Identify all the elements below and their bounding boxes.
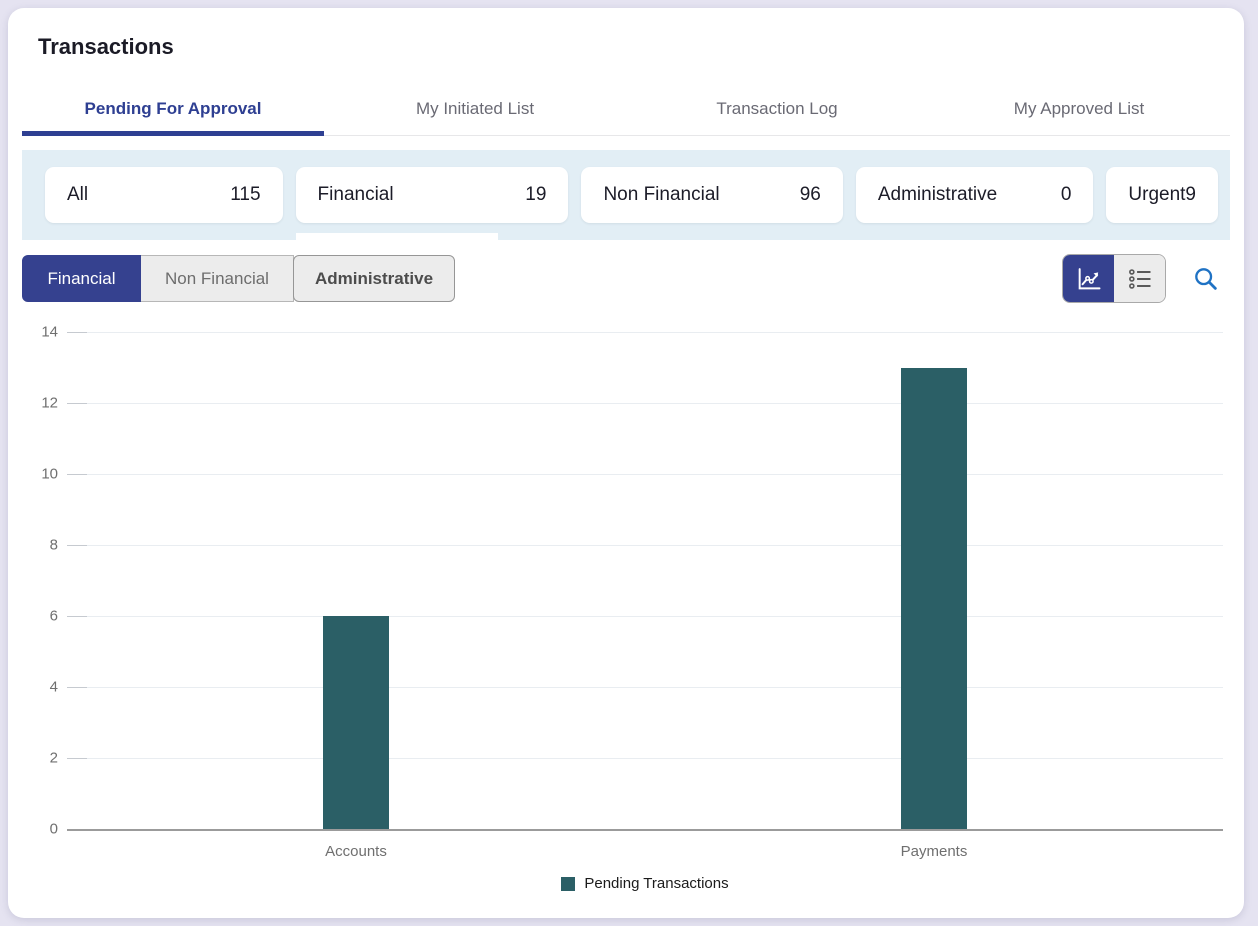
tab-my-initiated-list[interactable]: My Initiated List xyxy=(324,82,626,135)
summary-card-label: All xyxy=(67,184,88,206)
legend-swatch xyxy=(561,877,575,891)
right-controls xyxy=(1062,254,1230,303)
chart-view-button[interactable] xyxy=(1063,255,1114,302)
y-axis-label: 4 xyxy=(22,679,58,696)
summary-card-financial[interactable]: Financial 19 xyxy=(296,167,569,223)
focus-highlight xyxy=(296,233,498,240)
x-axis-label-accounts: Accounts xyxy=(325,843,387,860)
summary-card-label: Administrative xyxy=(878,184,997,206)
gridline-12 xyxy=(67,403,1223,404)
summary-card-label: Non Financial xyxy=(603,184,719,206)
y-axis-label: 2 xyxy=(22,750,58,767)
view-toggle xyxy=(1062,254,1166,303)
x-axis-labels: Accounts Payments xyxy=(67,829,1223,859)
filter-button-non-financial[interactable]: Non Financial xyxy=(140,255,294,302)
bar-payments[interactable] xyxy=(901,368,967,830)
summary-band: All 115 Financial 19 Non Financial 96 Administ… xyxy=(22,150,1230,240)
legend-label: Pending Transactions xyxy=(584,875,728,892)
x-axis-label-payments: Payments xyxy=(901,843,968,860)
plot-area: 14121086420 xyxy=(67,332,1223,829)
y-axis-label: 8 xyxy=(22,537,58,554)
magnifier-icon xyxy=(1192,265,1220,293)
gridline-14 xyxy=(67,332,1223,333)
tab-my-approved-list[interactable]: My Approved List xyxy=(928,82,1230,135)
summary-card-label: Urgent xyxy=(1128,184,1185,206)
category-filter-group: FinancialNon FinancialAdministrative xyxy=(22,255,455,302)
chart-legend: Pending Transactions xyxy=(67,875,1223,892)
line-chart-icon xyxy=(1075,265,1103,293)
list-view-button[interactable] xyxy=(1114,255,1165,302)
tab-bar: Pending For ApprovalMy Initiated ListTra… xyxy=(22,82,1230,136)
gridline-8 xyxy=(67,545,1223,546)
y-axis-label: 12 xyxy=(22,395,58,412)
summary-card-count: 115 xyxy=(230,184,260,206)
gridline-2 xyxy=(67,758,1223,759)
search-button[interactable] xyxy=(1191,264,1221,294)
filter-button-administrative[interactable]: Administrative xyxy=(293,255,455,302)
summary-card-non-financial[interactable]: Non Financial 96 xyxy=(581,167,842,223)
y-axis-label: 0 xyxy=(22,821,58,838)
summary-card-administrative[interactable]: Administrative 0 xyxy=(856,167,1094,223)
filter-button-financial[interactable]: Financial xyxy=(22,255,141,302)
transactions-panel: Transactions Pending For ApprovalMy Init… xyxy=(8,8,1244,918)
bullet-list-icon xyxy=(1126,265,1154,293)
controls-row: FinancialNon FinancialAdministrative xyxy=(22,254,1230,303)
bar-chart: 14121086420 AccountsPayments Pending Tra… xyxy=(22,322,1223,892)
summary-card-label: Financial xyxy=(318,184,394,206)
summary-card-count: 0 xyxy=(1061,184,1072,206)
y-axis-label: 10 xyxy=(22,466,58,483)
summary-card-urgent[interactable]: Urgent9 xyxy=(1106,167,1218,223)
gridline-6 xyxy=(67,616,1223,617)
y-axis-label: 14 xyxy=(22,324,58,341)
gridline-10 xyxy=(67,474,1223,475)
summary-card-count: 9 xyxy=(1185,184,1196,206)
tab-pending-for-approval[interactable]: Pending For Approval xyxy=(22,82,324,135)
page-title: Transactions xyxy=(38,34,1214,60)
summary-card-all[interactable]: All 115 xyxy=(45,167,283,223)
tab-transaction-log[interactable]: Transaction Log xyxy=(626,82,928,135)
summary-card-count: 96 xyxy=(800,184,821,206)
bar-accounts[interactable] xyxy=(323,616,389,829)
summary-card-count: 19 xyxy=(525,184,546,206)
y-axis-label: 6 xyxy=(22,608,58,625)
gridline-4 xyxy=(67,687,1223,688)
